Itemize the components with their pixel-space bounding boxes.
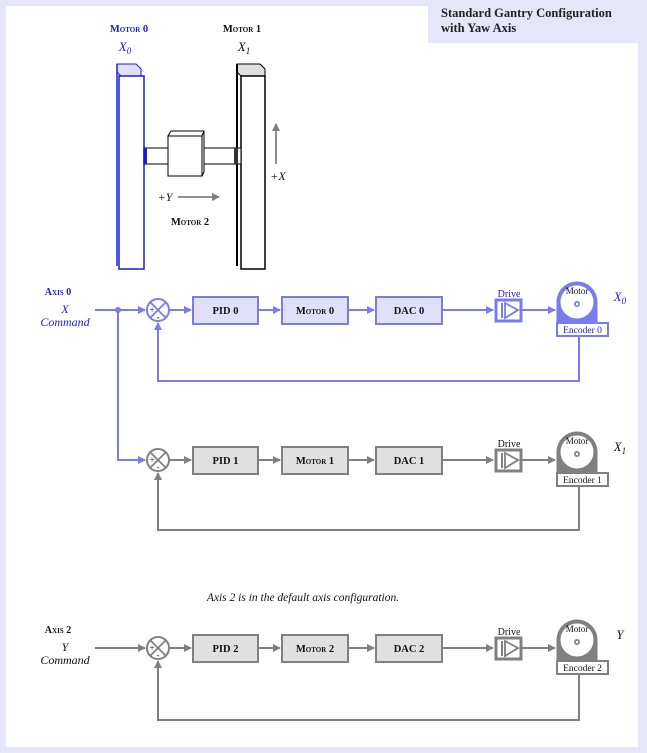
motor0-label: Motor 0	[110, 24, 148, 35]
motor-block: Motor 2	[281, 634, 349, 663]
motor-shaft-center	[575, 640, 579, 644]
drive-label: Drive	[498, 627, 521, 638]
motor-icon: Motor Encoder 0	[556, 281, 609, 337]
plus-x-label: +X	[270, 169, 286, 183]
motor-shaft-center	[575, 302, 579, 306]
encoder-label: Encoder 1	[563, 476, 602, 486]
gantry-diagram: Motor 0 X0 Motor 1 X1 Motor 2 +Y +X Axis…	[40, 24, 627, 721]
motor2-carriage	[167, 130, 205, 177]
motor-block-label: Motor 2	[296, 644, 334, 655]
pid-block: PID 2	[192, 634, 259, 663]
plus-y-label: +Y	[158, 190, 174, 204]
pid-block-label: PID 2	[213, 644, 239, 655]
axis-label: Axis 0	[45, 287, 71, 298]
drive-block: Drive	[494, 289, 523, 323]
pid-block: PID 0	[192, 296, 259, 325]
sum-minus-sign: -	[157, 650, 160, 660]
motor-block-label: Motor 1	[296, 456, 334, 467]
dac-block: DAC 1	[375, 446, 443, 475]
loop-axis-1: +- PID 1 Motor 1 DAC 1 Drive Motor Encoder 1 X1	[146, 431, 626, 531]
feedback-path	[154, 322, 580, 382]
pid-block-label: PID 0	[213, 306, 239, 317]
sum-minus-sign: -	[157, 312, 160, 322]
motor-icon: Motor Encoder 1	[556, 431, 609, 487]
loop-axis-0: Axis 0 XCommand +- PID 0 Motor 0 DAC 0 Drive Mo…	[40, 281, 627, 382]
motor1-axis-label: X1	[237, 39, 250, 56]
pid-block: PID 1	[192, 446, 259, 475]
drive-label: Drive	[498, 439, 521, 450]
motor-icon: Motor Encoder 2	[556, 619, 609, 675]
motor-shaft-center	[575, 452, 579, 456]
feedback-path	[154, 472, 580, 531]
drive-block: Drive	[494, 627, 523, 661]
branch-line	[117, 310, 146, 464]
motor0-rail	[116, 63, 145, 270]
sum-minus-sign: -	[157, 462, 160, 472]
feedback-path	[154, 660, 580, 721]
dac-block: DAC 2	[375, 634, 443, 663]
output-variable: X1	[613, 440, 626, 456]
axis2-caption: Axis 2 is in the default axis configurat…	[206, 592, 399, 604]
loop-axis-2: Axis 2YCommand+- PID 2 Motor 2 DAC 2Drive Mo…	[40, 619, 626, 721]
motor-icon-label: Motor	[566, 286, 589, 296]
motor-icon-label: Motor	[566, 436, 589, 446]
dac-block-label: DAC 1	[394, 456, 425, 467]
output-variable: Y	[617, 628, 626, 642]
dac-block: DAC 0	[375, 296, 443, 325]
axis-label: Axis 2	[45, 625, 71, 636]
axis0-to-axis1-branch	[115, 307, 146, 464]
sum-plus-sign: +	[149, 643, 154, 653]
motor0-axis-label: X0	[118, 39, 132, 56]
command-variable: Y	[62, 640, 70, 654]
motor-block-label: Motor 0	[296, 306, 334, 317]
sum-plus-sign: +	[149, 305, 154, 315]
motor-block: Motor 1	[281, 446, 349, 475]
command-variable: X	[60, 302, 69, 316]
motor-block: Motor 0	[281, 296, 349, 325]
encoder-label: Encoder 2	[563, 664, 602, 674]
drive-block: Drive	[494, 439, 523, 473]
dac-block-label: DAC 2	[394, 644, 425, 655]
control-loops: Axis 0XCommand+- PID 0 Motor 0 DAC 0Drive Mo…	[40, 281, 627, 721]
dac-block-label: DAC 0	[394, 306, 425, 317]
encoder-label: Encoder 0	[563, 326, 602, 336]
command-label: Command	[40, 653, 90, 667]
gantry-sketch	[116, 63, 280, 270]
motor2-label: Motor 2	[171, 217, 209, 228]
drive-label: Drive	[498, 289, 521, 300]
pid-block-label: PID 1	[213, 456, 239, 467]
output-variable: X0	[613, 290, 627, 306]
command-label: Command	[40, 315, 90, 329]
motor-icon-label: Motor	[566, 624, 589, 634]
sum-plus-sign: +	[149, 455, 154, 465]
motor1-rail	[236, 63, 266, 270]
motor1-label: Motor 1	[223, 24, 261, 35]
